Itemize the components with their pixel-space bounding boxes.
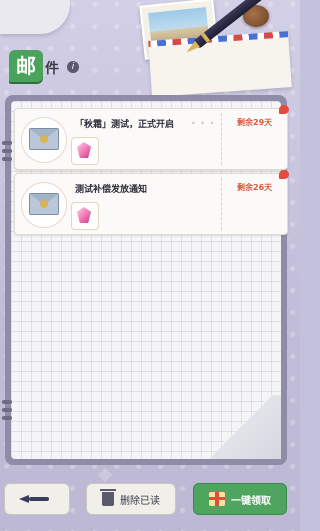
binder-ring bbox=[2, 149, 12, 153]
binder-ring bbox=[2, 416, 12, 420]
mail-subject: 测试补偿发放通知 bbox=[75, 185, 148, 195]
mail-subject: 「秋霜」测试，正式开启 bbox=[75, 120, 175, 130]
page-curl bbox=[200, 395, 281, 459]
delete-read-button[interactable]: 删除已读 bbox=[86, 483, 176, 515]
divider bbox=[221, 178, 222, 230]
mail-item[interactable]: 「秋霜」测试，正式开启 • • • 剩余29天 bbox=[14, 105, 289, 170]
mail-title-badge: 邮 bbox=[9, 50, 43, 82]
expire-label: 剩余29天 bbox=[237, 118, 273, 127]
write-mail-button[interactable] bbox=[4, 483, 70, 515]
mail-title: 件 bbox=[45, 61, 59, 77]
binder-ring bbox=[2, 157, 12, 161]
binder-ring bbox=[2, 141, 12, 145]
info-icon[interactable]: i bbox=[67, 61, 79, 73]
expire-label: 剩余26天 bbox=[237, 183, 273, 192]
mail-item[interactable]: 测试补偿发放通知 剩余26天 bbox=[14, 170, 289, 235]
binder-ring bbox=[2, 400, 12, 404]
envelope-icon bbox=[29, 128, 59, 150]
delete-read-label: 删除已读 bbox=[120, 495, 160, 507]
new-mail-tag-icon bbox=[279, 170, 289, 179]
collect-all-button[interactable]: 一键领取 bbox=[193, 483, 287, 515]
gift-icon bbox=[209, 492, 225, 506]
envelope-decoration bbox=[148, 31, 292, 97]
new-mail-tag-icon bbox=[279, 105, 289, 114]
binder-ring bbox=[2, 408, 12, 412]
more-dots: • • • bbox=[191, 119, 216, 128]
trash-icon bbox=[100, 489, 116, 506]
collect-all-label: 一键领取 bbox=[231, 495, 271, 507]
divider bbox=[221, 113, 222, 165]
pen-icon bbox=[19, 494, 49, 504]
envelope-icon bbox=[29, 193, 59, 215]
